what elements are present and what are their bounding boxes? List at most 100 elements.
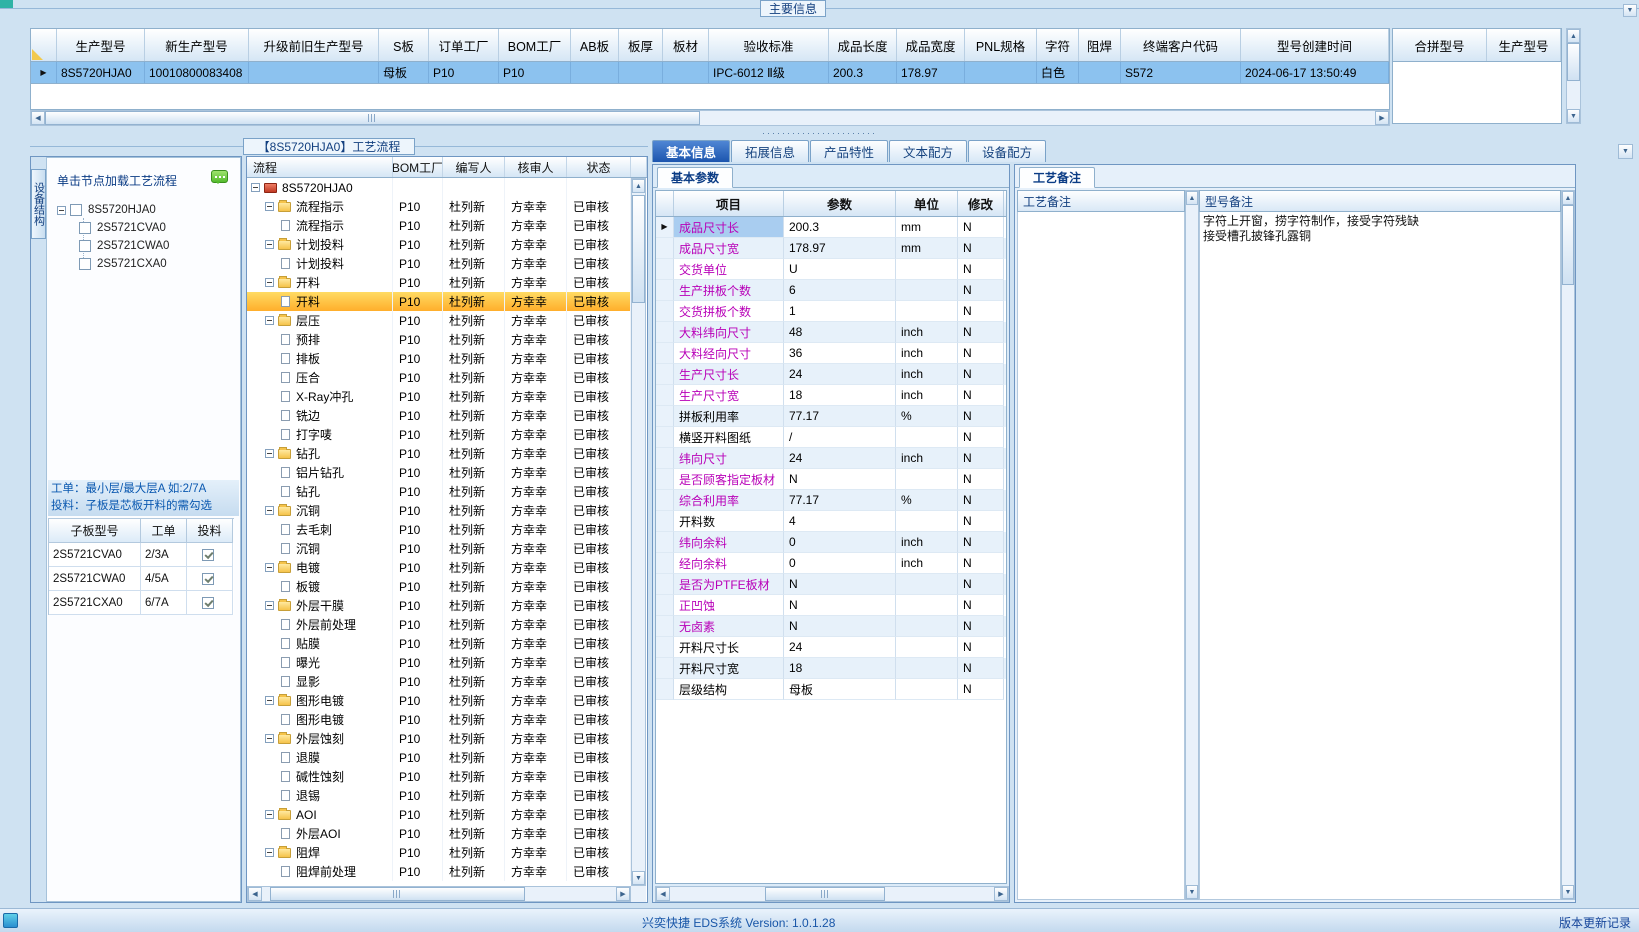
tab-overflow-button[interactable]: ▼ — [1618, 144, 1633, 159]
node-checkbox[interactable] — [79, 258, 91, 270]
param-row[interactable]: 纬向尺寸 24 inch N — [656, 448, 1006, 469]
flow-step-row[interactable]: 计划投料 P10 杜列新 方幸幸 已审核 — [247, 235, 631, 254]
expand-collapse-icon[interactable] — [265, 696, 274, 705]
flow-step-row[interactable]: 开料 P10 杜列新 方幸幸 已审核 — [247, 273, 631, 292]
param-value[interactable]: N — [784, 616, 896, 637]
grid-cell[interactable] — [249, 62, 379, 83]
column-header[interactable]: 型号创建时间 — [1241, 29, 1389, 61]
expand-collapse-icon[interactable] — [265, 449, 274, 458]
flow-step-row[interactable]: 阻焊 P10 杜列新 方幸幸 已审核 — [247, 843, 631, 862]
param-row[interactable]: ▶ 成品尺寸长 200.3 mm N — [656, 217, 1006, 238]
process-note-body[interactable] — [1017, 212, 1185, 900]
column-header[interactable]: 板厚 — [619, 29, 663, 61]
scroll-right-button[interactable]: ▶ — [1375, 111, 1389, 125]
grid-cell[interactable]: S572 — [1121, 62, 1241, 83]
column-header[interactable]: 阻焊 — [1079, 29, 1121, 61]
flow-step-row[interactable]: 板镀 P10 杜列新 方幸幸 已审核 — [247, 577, 631, 596]
flow-step-row[interactable]: 电镀 P10 杜列新 方幸幸 已审核 — [247, 558, 631, 577]
scroll-right-button[interactable]: ▶ — [616, 887, 630, 901]
param-value[interactable]: N — [784, 469, 896, 490]
column-header[interactable]: 升级前旧生产型号 — [249, 29, 379, 61]
main-grid-selected-row[interactable]: ▶ 8S5720HJA0 10010800083408 母板 P10 P10 IPC-601… — [30, 62, 1390, 84]
param-row[interactable]: 开料尺寸宽 18 N — [656, 658, 1006, 679]
flow-step-row[interactable]: 显影 P10 杜列新 方幸幸 已审核 — [247, 672, 631, 691]
column-header[interactable]: S板 — [379, 29, 429, 61]
param-row[interactable]: 生产尺寸宽 18 inch N — [656, 385, 1006, 406]
param-row[interactable]: 交货单位 U N — [656, 259, 1006, 280]
feed-checkbox[interactable] — [201, 548, 214, 561]
param-row[interactable]: 横竖开料图纸 / N — [656, 427, 1006, 448]
expand-collapse-icon[interactable] — [265, 506, 274, 515]
model-note-header[interactable]: 型号备注 — [1199, 190, 1561, 212]
detail-tab-5[interactable]: 设备配方 — [968, 140, 1047, 162]
scroll-track[interactable] — [632, 193, 645, 871]
param-value[interactable]: 18 — [784, 658, 896, 679]
flow-step-row[interactable]: 外层前处理 P10 杜列新 方幸幸 已审核 — [247, 615, 631, 634]
param-value[interactable]: 1 — [784, 301, 896, 322]
scroll-thumb[interactable] — [1567, 43, 1580, 81]
flow-step-row[interactable]: 外层AOI P10 杜列新 方幸幸 已审核 — [247, 824, 631, 843]
scroll-thumb[interactable] — [1562, 205, 1574, 285]
param-value[interactable]: 77.17 — [784, 490, 896, 511]
main-grid-hscrollbar[interactable]: ◀ ▶ — [30, 110, 1390, 126]
flow-step-row[interactable]: 沉铜 P10 杜列新 方幸幸 已审核 — [247, 539, 631, 558]
scroll-down-button[interactable]: ▼ — [1567, 109, 1580, 123]
process-note-vscrollbar[interactable]: ▲ ▼ — [1185, 190, 1199, 900]
tree-node[interactable]: 2S5721CVA0 — [79, 219, 240, 237]
param-column-header[interactable]: 项目 — [674, 191, 784, 216]
param-row[interactable]: 生产尺寸长 24 inch N — [656, 364, 1006, 385]
grid-corner-cell[interactable] — [31, 29, 57, 61]
detail-tab-3[interactable]: 产品特性 — [810, 140, 889, 162]
grid-cell[interactable]: 200.3 — [829, 62, 897, 83]
flow-step-row[interactable]: 流程指示 P10 杜列新 方幸幸 已审核 — [247, 197, 631, 216]
column-header[interactable]: PNL规格 — [965, 29, 1037, 61]
column-header[interactable]: 板材 — [663, 29, 709, 61]
scroll-track[interactable] — [45, 111, 1375, 125]
param-hscrollbar[interactable]: ◀ ▶ — [655, 886, 1009, 902]
expand-collapse-icon[interactable] — [265, 278, 274, 287]
column-header[interactable]: AB板 — [571, 29, 619, 61]
model-note-body[interactable]: 字符上开窗，捞字符制作，接受字符残缺 接受槽孔披锋孔露铜 — [1199, 212, 1561, 900]
scroll-down-button[interactable]: ▼ — [632, 871, 645, 885]
window-dropdown-button[interactable]: ▼ — [1623, 4, 1637, 17]
flow-step-row[interactable]: 去毛刺 P10 杜列新 方幸幸 已审核 — [247, 520, 631, 539]
param-row[interactable]: 是否为PTFE板材 N N — [656, 574, 1006, 595]
grid-cell[interactable] — [1079, 62, 1121, 83]
version-history-link[interactable]: 版本更新记录 — [1559, 914, 1631, 931]
sub-table-row[interactable]: 2S5721CWA0 4/5A — [49, 567, 234, 591]
param-value[interactable]: 4 — [784, 511, 896, 532]
param-row[interactable]: 大料经向尺寸 36 inch N — [656, 343, 1006, 364]
flow-column-header[interactable]: 流程 — [247, 157, 393, 177]
scroll-track[interactable] — [262, 887, 616, 901]
tree-root-node[interactable]: 8S5720HJA0 — [57, 201, 240, 219]
scroll-track[interactable] — [1562, 205, 1574, 885]
flow-step-row[interactable]: 曝光 P10 杜列新 方幸幸 已审核 — [247, 653, 631, 672]
scroll-thumb[interactable] — [45, 111, 700, 125]
param-value[interactable]: 36 — [784, 343, 896, 364]
flow-step-row[interactable]: AOI P10 杜列新 方幸幸 已审核 — [247, 805, 631, 824]
param-column-header[interactable]: 参数 — [784, 191, 896, 216]
detail-tab-1[interactable]: 基本信息 — [652, 140, 731, 162]
top-grid-vscrollbar[interactable]: ▲ ▼ — [1566, 28, 1581, 124]
scroll-track[interactable] — [1567, 43, 1580, 109]
horizontal-splitter[interactable]: ······················· — [0, 127, 1639, 138]
param-row[interactable]: 开料尺寸长 24 N — [656, 637, 1006, 658]
grid-cell[interactable] — [571, 62, 619, 83]
param-value[interactable]: 200.3 — [784, 217, 896, 238]
flow-step-row[interactable]: 铝片钻孔 P10 杜列新 方幸幸 已审核 — [247, 463, 631, 482]
flow-step-row[interactable]: 铣边 P10 杜列新 方幸幸 已审核 — [247, 406, 631, 425]
param-value[interactable]: N — [784, 574, 896, 595]
param-value[interactable]: U — [784, 259, 896, 280]
node-checkbox[interactable] — [79, 240, 91, 252]
tree-node[interactable]: 2S5721CWA0 — [79, 237, 240, 255]
grid-cell[interactable]: 10010800083408 — [145, 62, 249, 83]
param-value[interactable]: 18 — [784, 385, 896, 406]
param-value[interactable]: 6 — [784, 280, 896, 301]
scroll-left-button[interactable]: ◀ — [31, 111, 45, 125]
flow-step-row[interactable]: 排板 P10 杜列新 方幸幸 已审核 — [247, 349, 631, 368]
flow-step-row[interactable]: 退膜 P10 杜列新 方幸幸 已审核 — [247, 748, 631, 767]
flow-hscrollbar[interactable]: ◀ ▶ — [247, 886, 631, 902]
flow-vscrollbar[interactable]: ▲ ▼ — [631, 178, 646, 886]
grid-cell[interactable]: 178.97 — [897, 62, 965, 83]
param-value[interactable]: 24 — [784, 637, 896, 658]
